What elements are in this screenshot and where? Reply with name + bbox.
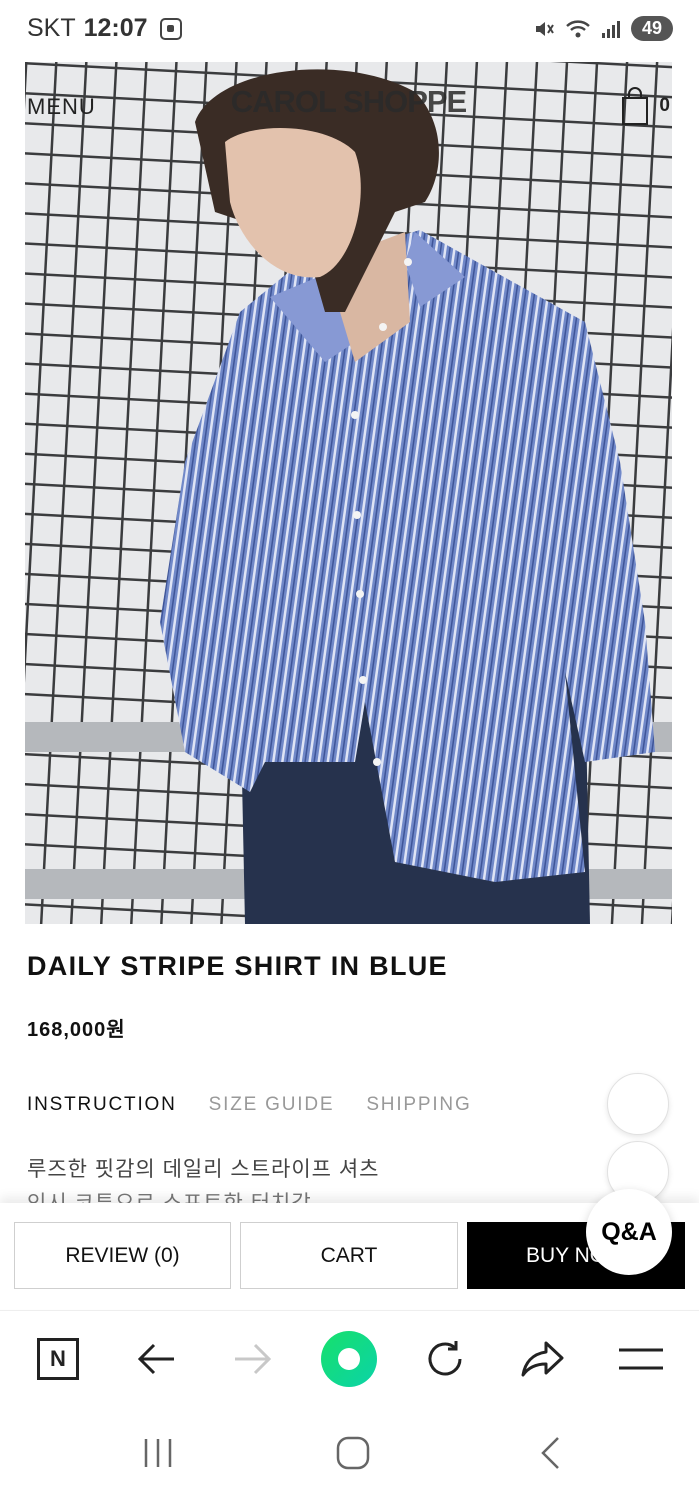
add-to-cart-button[interactable]: CART [240, 1222, 458, 1289]
back-button[interactable] [121, 1311, 191, 1407]
system-back-button[interactable] [510, 1406, 590, 1500]
hamburger-icon [619, 1348, 663, 1370]
refresh-button[interactable] [410, 1311, 480, 1407]
arrow-right-icon [235, 1343, 272, 1375]
arrow-left-icon [137, 1343, 174, 1375]
review-button[interactable]: REVIEW (0) [14, 1222, 231, 1289]
browser-toolbar: N [0, 1310, 699, 1406]
site-header: MENU CAROL SHOPPE 0 [25, 62, 672, 152]
green-dot-button[interactable] [314, 1311, 384, 1407]
clock: 12:07 [83, 14, 148, 42]
share-arrow-icon [521, 1341, 564, 1377]
forward-button[interactable] [218, 1311, 288, 1407]
status-right: 49 [533, 16, 673, 41]
mute-icon [536, 21, 554, 36]
description-line: 루즈한 핏감의 데일리 스트라이프 셔츠 [27, 1158, 380, 1181]
browser-menu-button[interactable] [606, 1311, 676, 1407]
naver-home-button[interactable]: N [23, 1311, 93, 1407]
carrier-label: SKT [27, 14, 76, 42]
chevron-left-icon [541, 1437, 559, 1469]
refresh-icon [428, 1341, 462, 1376]
product-tabs: INSTRUCTION SIZE GUIDE SHIPPING [27, 1094, 472, 1116]
product-price: 168,000원 [27, 1019, 126, 1041]
signal-icon [602, 20, 620, 38]
recent-apps-button[interactable] [118, 1406, 198, 1500]
product-photo[interactable] [25, 62, 672, 924]
home-circle-icon [336, 1436, 370, 1470]
tab-shipping[interactable]: SHIPPING [366, 1094, 471, 1116]
wifi-icon [566, 19, 590, 37]
product-title: DAILY STRIPE SHIRT IN BLUE [27, 951, 448, 981]
share-button[interactable] [508, 1311, 578, 1407]
green-dot-icon [321, 1331, 377, 1387]
cart-count: 0 [659, 95, 670, 116]
product-photo-illustration [25, 62, 672, 924]
tab-instruction[interactable]: INSTRUCTION [27, 1094, 177, 1116]
system-navigation-bar [0, 1406, 699, 1500]
shopping-bag-icon [622, 87, 649, 125]
recent-apps-icon [144, 1439, 172, 1467]
status-bar: SKT 12:07 49 [0, 0, 699, 58]
status-left: SKT 12:07 [27, 14, 182, 43]
tab-size-guide[interactable]: SIZE GUIDE [209, 1094, 335, 1116]
header-cart-button[interactable]: 0 [621, 86, 670, 126]
battery-level: 49 [631, 16, 673, 41]
brand-logo[interactable]: CAROL SHOPPE [25, 84, 672, 120]
home-button[interactable] [313, 1406, 393, 1500]
qa-button[interactable]: Q&A [586, 1189, 672, 1275]
naver-n-icon: N [37, 1338, 79, 1380]
floating-circle-button[interactable] [607, 1073, 669, 1135]
screen-capture-icon [159, 17, 182, 40]
